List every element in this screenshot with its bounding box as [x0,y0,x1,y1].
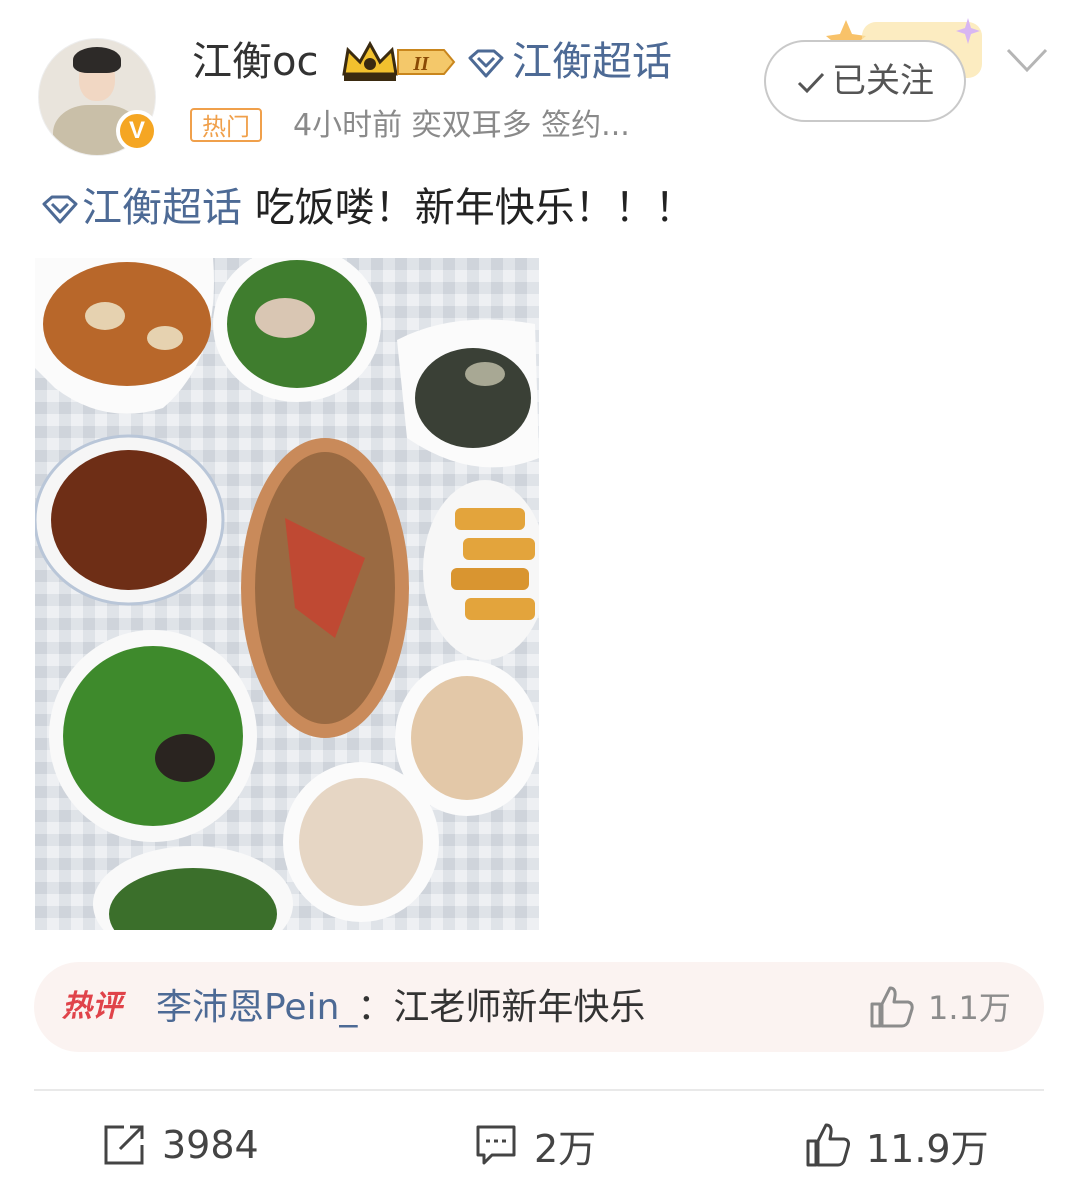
hot-tag: 热门 [190,108,262,142]
comment-icon [476,1125,516,1165]
commenter-name[interactable]: 李沛恩Pein_ [156,987,357,1028]
hot-comment-label: 热评 [62,989,122,1024]
super-topic-link[interactable]: 江衡超话 [466,36,672,88]
comment-body: ：江老师新年快乐 [357,987,646,1028]
repost-count: 3984 [162,1123,259,1167]
chevron-down-icon[interactable] [1004,40,1050,80]
thumbs-up-icon [806,1123,850,1167]
post-body: 吃饭喽！新年快乐！！！ [242,185,695,231]
like-button[interactable]: 11.9万 [804,1116,989,1174]
post-meta: 4小时前 奕双耳多 签约... [293,108,630,143]
post-topic-link[interactable]: 江衡超话 [40,185,242,231]
follow-button[interactable]: 已关注 [764,40,966,122]
username[interactable]: 江衡oc [192,36,318,88]
hot-comment-like-count: 1.1万 [928,989,1011,1027]
comment-button[interactable]: 2万 [472,1116,596,1174]
repost-icon [104,1125,144,1165]
super-topic-label: 江衡超话 [512,39,672,85]
diamond-icon [42,195,78,224]
follow-button-label: 已关注 [832,61,934,101]
like-count: 11.9万 [866,1126,989,1171]
level-badge-text: II [412,53,430,75]
repost-button[interactable]: 3984 [100,1116,259,1174]
post-photo[interactable] [35,258,539,930]
thumbs-up-icon[interactable] [868,984,916,1030]
verified-badge-icon: V [116,110,158,152]
hot-comment-text: 李沛恩Pein_：江老师新年快乐 [156,984,645,1032]
post-text: 江衡超话 吃饭喽！新年快乐！！！ [40,180,695,236]
checkmark-icon [797,72,825,93]
post-topic-label: 江衡超话 [82,185,242,231]
divider [34,1089,1044,1091]
member-crown-badge-icon[interactable]: II [340,40,458,84]
diamond-icon [468,49,504,78]
comment-count: 2万 [534,1126,597,1171]
